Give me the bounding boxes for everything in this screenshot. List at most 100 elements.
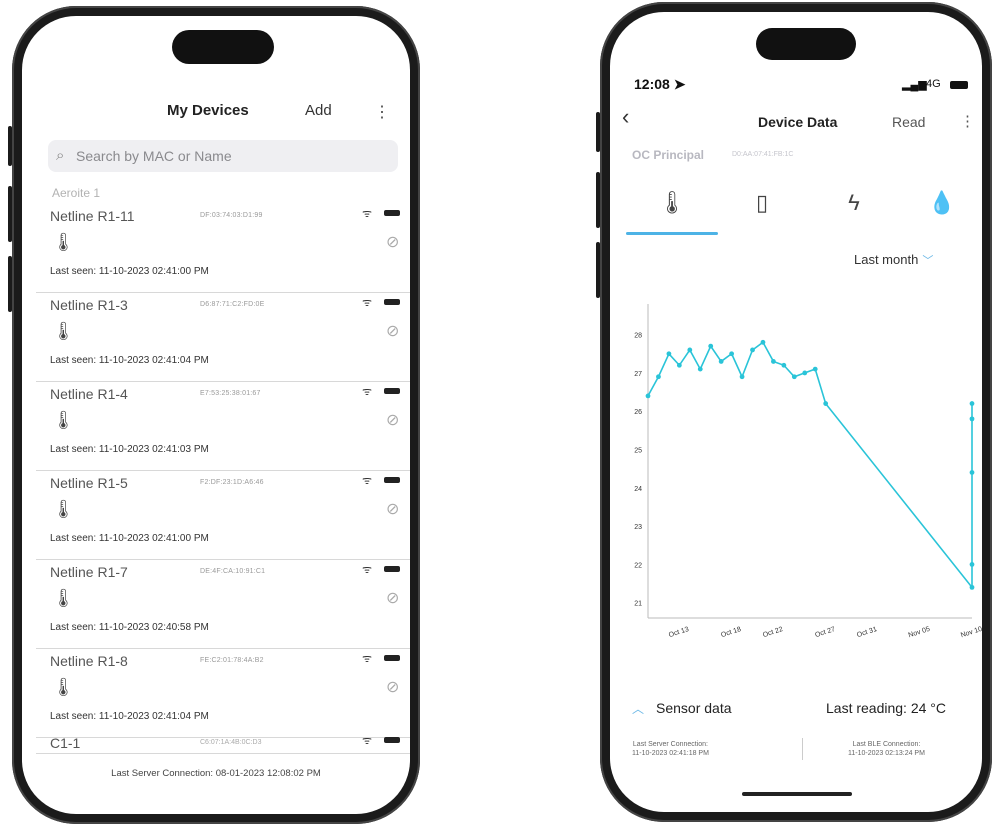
last-ble-connection: Last BLE Connection: 11-10-2023 02:13:24…	[848, 740, 925, 758]
device-mac: D6:87:71:C2:FD:0E	[200, 301, 265, 308]
data-point	[729, 351, 735, 357]
x-tick-label: Oct 13	[668, 626, 690, 639]
add-button[interactable]: Add	[305, 102, 332, 119]
my-devices-screen: My Devices Add ⋮ ⌕ Search by MAC or Name…	[22, 16, 410, 814]
status-time: 12:08 ➤	[634, 76, 686, 92]
last-seen: Last seen: 11-10-2023 02:41:04 PM	[50, 711, 209, 722]
side-button	[8, 126, 12, 166]
right-phone-frame: 12:08 ➤ ▂▄▆ 4G ‹ Device Data Read ⋮ OC P…	[596, 2, 992, 822]
list-item[interactable]: Netline R1-4 E7:53:25:38:01:67 ᯤ 🌡 ⊘ Las…	[36, 382, 410, 471]
device-name: Netline R1-7	[50, 564, 128, 580]
data-point	[823, 401, 829, 406]
list-item-partial[interactable]: C1-1 C6:07:1A:4B:0C:D3 ᯤ	[36, 731, 410, 754]
wifi-icon: ᯤ	[362, 475, 373, 487]
search-input[interactable]: ⌕ Search by MAC or Name	[48, 140, 398, 172]
data-point	[760, 339, 766, 345]
last-seen: Last seen: 11-10-2023 02:41:03 PM	[50, 444, 209, 455]
lightning-icon[interactable]: ϟ	[824, 190, 884, 216]
more-menu-button[interactable]: ⋮	[374, 102, 390, 122]
thermometer-icon[interactable]: 🌡	[642, 190, 702, 216]
value: 11-10-2023 02:41:18 PM	[632, 750, 709, 757]
no-signal-icon: ⊘	[386, 590, 400, 607]
last-server-connection: Last Server Connection: 08-01-2023 12:08…	[111, 768, 321, 779]
cellular-signal-icon: ▂▄▆	[902, 79, 927, 91]
vibration-icon[interactable]: ▯	[732, 190, 792, 216]
list-item[interactable]: Netline R1-8 FE:C2:01:78:4A:B2 ᯤ 🌡 ⊘ Las…	[36, 649, 410, 738]
volume-down-button	[596, 242, 600, 298]
wifi-icon: ᯤ	[362, 653, 373, 665]
y-tick-label: 23	[634, 524, 642, 531]
battery-icon	[384, 299, 400, 305]
data-point	[969, 561, 975, 567]
label: Last BLE Connection:	[852, 741, 921, 748]
device-data-screen: 12:08 ➤ ▂▄▆ 4G ‹ Device Data Read ⋮ OC P…	[610, 12, 982, 812]
data-point	[666, 351, 672, 357]
sensor-data-label[interactable]: Sensor data	[656, 700, 732, 716]
y-tick-label: 22	[634, 562, 642, 569]
last-seen: Last seen: 11-10-2023 02:41:00 PM	[50, 266, 209, 277]
list-item[interactable]: Netline R1-3 D6:87:71:C2:FD:0E ᯤ 🌡 ⊘ Las…	[36, 293, 410, 382]
chevron-up-icon[interactable]: ︿	[632, 700, 644, 717]
sensor-tabs: 🌡 ▯ ϟ 💧	[620, 182, 982, 235]
value: 11-10-2023 02:13:24 PM	[848, 750, 925, 757]
range-dropdown[interactable]: Last month ﹀	[854, 252, 933, 268]
data-point	[969, 470, 975, 475]
device-mac: DE:4F:CA:10:91:C1	[200, 568, 266, 575]
battery-icon	[384, 388, 400, 394]
device-name: OC Principal	[632, 148, 705, 162]
data-point	[708, 343, 714, 349]
device-name: Netline R1-8	[50, 653, 128, 669]
divider	[802, 738, 803, 760]
x-tick-label: Oct 27	[814, 626, 836, 639]
last-server-connection: Last Server Connection: 11-10-2023 02:41…	[632, 740, 709, 758]
data-point	[687, 347, 693, 353]
no-signal-icon: ⊘	[386, 234, 400, 251]
dynamic-island	[756, 28, 856, 60]
device-mac: FE:C2:01:78:4A:B2	[200, 657, 264, 664]
list-item[interactable]: Netline R1-7 DE:4F:CA:10:91:C1 ᯤ 🌡 ⊘ Las…	[36, 560, 410, 649]
search-icon: ⌕	[56, 147, 65, 164]
wifi-icon: ᯤ	[362, 208, 373, 220]
data-point	[771, 359, 776, 364]
last-seen: Last seen: 11-10-2023 02:41:04 PM	[50, 355, 209, 366]
data-point	[781, 362, 787, 368]
temperature-chart: 21 22 23 24 25 26 27 28 Oct 13 Oct 18 Oct 22 Oct 27…	[634, 304, 982, 639]
device-mac: F2:DF:23:1D:A6:46	[200, 479, 264, 486]
list-item[interactable]: Netline R1-11 DF:03:74:03:D1:99 ᯤ 🌡 ⊘ La…	[36, 204, 410, 293]
thermometer-icon: 🌡	[52, 588, 75, 608]
data-point	[697, 366, 703, 372]
x-tick-label: Oct 22	[762, 626, 784, 639]
device-list: Netline R1-11 DF:03:74:03:D1:99 ᯤ 🌡 ⊘ La…	[36, 204, 410, 738]
y-tick-label: 28	[634, 333, 642, 340]
search-placeholder: Search by MAC or Name	[76, 148, 232, 164]
list-item[interactable]: Netline R1-5 F2:DF:23:1D:A6:46 ᯤ 🌡 ⊘ Las…	[36, 471, 410, 560]
device-name: Aeroite 1	[52, 186, 101, 200]
device-name: Netline R1-11	[50, 208, 135, 224]
data-point	[676, 362, 682, 368]
data-point	[750, 347, 755, 353]
no-signal-icon: ⊘	[386, 412, 400, 429]
page-title: Device Data	[758, 114, 838, 130]
series-line	[647, 341, 973, 590]
thermometer-icon: 🌡	[52, 499, 75, 519]
last-seen: Last seen: 11-10-2023 02:40:58 PM	[50, 622, 209, 633]
left-phone-frame: My Devices Add ⋮ ⌕ Search by MAC or Name…	[8, 6, 420, 824]
battery-icon	[950, 81, 968, 89]
back-button[interactable]: ‹	[622, 104, 629, 130]
battery-icon	[384, 655, 400, 661]
y-tick-label: 26	[634, 409, 642, 416]
data-point	[802, 370, 808, 376]
read-button[interactable]: Read	[892, 114, 925, 130]
device-name: C1-1	[50, 735, 81, 751]
humidity-icon[interactable]: 💧	[912, 190, 972, 216]
data-point	[656, 374, 661, 380]
device-name: Netline R1-5	[50, 475, 128, 491]
more-menu-button[interactable]: ⋮	[960, 112, 975, 130]
device-mac: C6:07:1A:4B:0C:D3	[200, 739, 262, 746]
network-type: 4G	[926, 78, 941, 90]
range-label: Last month	[854, 252, 919, 267]
battery-icon	[384, 477, 400, 483]
device-name: Netline R1-3	[50, 297, 128, 313]
data-point	[969, 401, 975, 406]
y-tick-label: 25	[634, 448, 642, 455]
